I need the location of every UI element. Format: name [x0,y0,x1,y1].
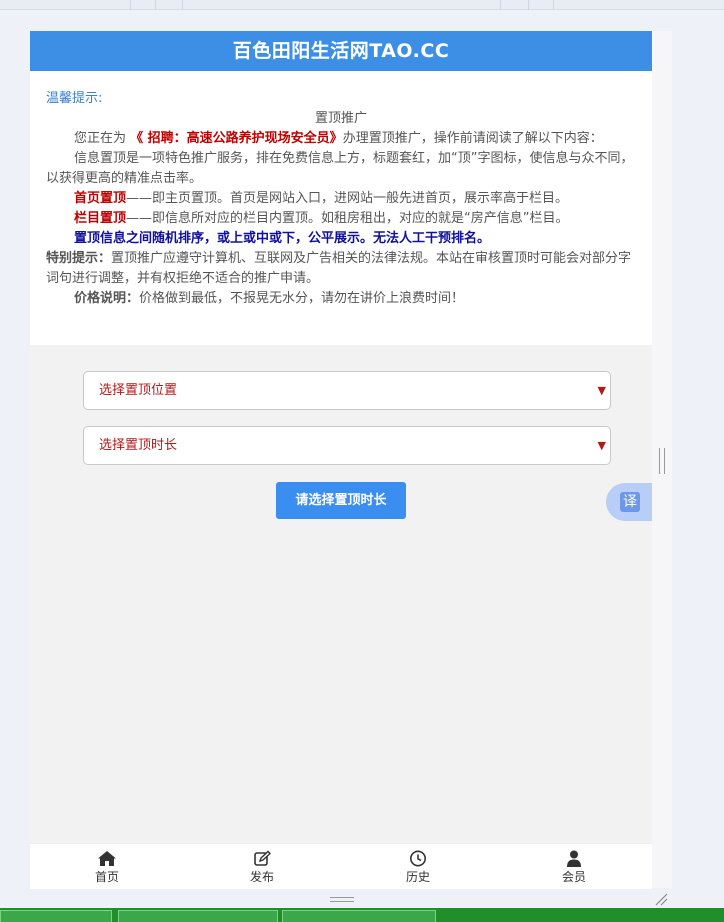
nav-item-publish[interactable]: 发布 [232,850,292,885]
tab-separator [500,0,501,10]
tab-separator [528,0,529,10]
scrollbar-handle[interactable] [659,448,665,474]
site-title: 百色田阳生活网TAO.CC [30,31,652,71]
notice-tip-label: 温馨提示: [46,91,103,106]
column-top-label: 栏目置顶 [74,211,127,226]
nav-label-member: 会员 [561,870,586,884]
nav-label-history: 历史 [405,870,430,884]
nav-item-history[interactable]: 历史 [388,850,448,885]
mobile-page: 百色田阳生活网TAO.CC 温馨提示: 置顶推广 您正在为 《 招聘：高速公路养… [30,31,652,902]
clock-icon [410,850,426,867]
special-text: 置顶推广应遵守计算机、互联网及广告相关的法律法规。本站在审核置顶时可能会对部分字… [46,251,632,286]
intro-before: 您正在为 [74,131,127,146]
price-text: 价格做到最低，不报晃无水分，请勿在讲价上浪费时间！ [139,291,465,306]
resize-grip-icon[interactable] [654,892,668,906]
chevron-down-icon: ▼ [597,439,606,452]
taskbar-item[interactable] [0,910,112,922]
drag-handle[interactable] [330,897,354,902]
notice-special: 特别提示：置顶推广应遵守计算机、互联网及广告相关的法律法规。本站在审核置顶时可能… [46,249,636,289]
submit-button[interactable]: 请选择置顶时长 [276,482,406,519]
promotion-notice: 温馨提示: 置顶推广 您正在为 《 招聘：高速公路养护现场安全员》办理置顶推广，… [30,71,652,345]
notice-column-top: 栏目置顶——即信息所对应的栏目内置顶。如租房租出，对应的就是“房产信息”栏目。 [46,209,636,229]
tab-separator [155,0,156,10]
window-top-strip [0,0,724,10]
tab-separator [130,0,131,10]
top-duration-select[interactable]: 选择置顶时长 ▼ [83,426,611,465]
nav-item-home[interactable]: 首页 [77,850,137,885]
taskbar-item[interactable] [118,910,278,922]
special-label: 特别提示： [46,251,112,266]
user-icon [567,850,581,867]
taskbar [0,908,724,922]
home-icon [98,851,116,866]
home-top-label: 首页置顶 [74,191,127,206]
notice-home-top: 首页置顶——即主页置顶。首页是网站入口，进网站一般先进首页，展示率高于栏目。 [46,189,636,209]
intro-after: 办理置顶推广，操作前请阅读了解以下内容： [342,131,603,146]
notice-random-rule: 置顶信息之间随机排序，或上或中或下，公平展示。无法人工干预排名。 [74,231,491,246]
nav-label-home: 首页 [94,870,119,884]
edit-icon [254,850,272,866]
home-top-text: ——即主页置顶。首页是网站入口，进网站一般先进首页，展示率高于栏目。 [126,191,569,206]
notice-service: 信息置顶是一项特色推广服务，排在免费信息上方，标题套红，加“顶”字图标，使信息与… [46,151,634,186]
translate-icon: 译 [620,492,640,512]
nav-item-member[interactable]: 会员 [544,850,604,885]
listing-title-link[interactable]: 《 招聘：高速公路养护现场安全员》 [130,131,343,146]
top-position-value: 选择置顶位置 [99,383,178,398]
nav-label-publish: 发布 [249,870,274,884]
taskbar-item[interactable] [282,910,436,922]
tab-separator [553,0,554,10]
bottom-nav: 首页 发布 历史 会员 [30,843,652,889]
translate-button[interactable]: 译 [606,483,652,521]
notice-price: 价格说明：价格做到最低，不报晃无水分，请勿在讲价上浪费时间！ [46,289,636,309]
price-label: 价格说明： [74,291,140,306]
notice-intro: 您正在为 《 招聘：高速公路养护现场安全员》办理置顶推广，操作前请阅读了解以下内… [46,129,636,149]
notice-heading: 置顶推广 [314,111,367,126]
top-position-select[interactable]: 选择置顶位置 ▼ [83,371,611,410]
chevron-down-icon: ▼ [597,384,606,397]
top-duration-value: 选择置顶时长 [99,438,178,453]
column-top-text: ——即信息所对应的栏目内置顶。如租房租出，对应的就是“房产信息”栏目。 [126,211,569,226]
tab-separator [182,0,183,10]
